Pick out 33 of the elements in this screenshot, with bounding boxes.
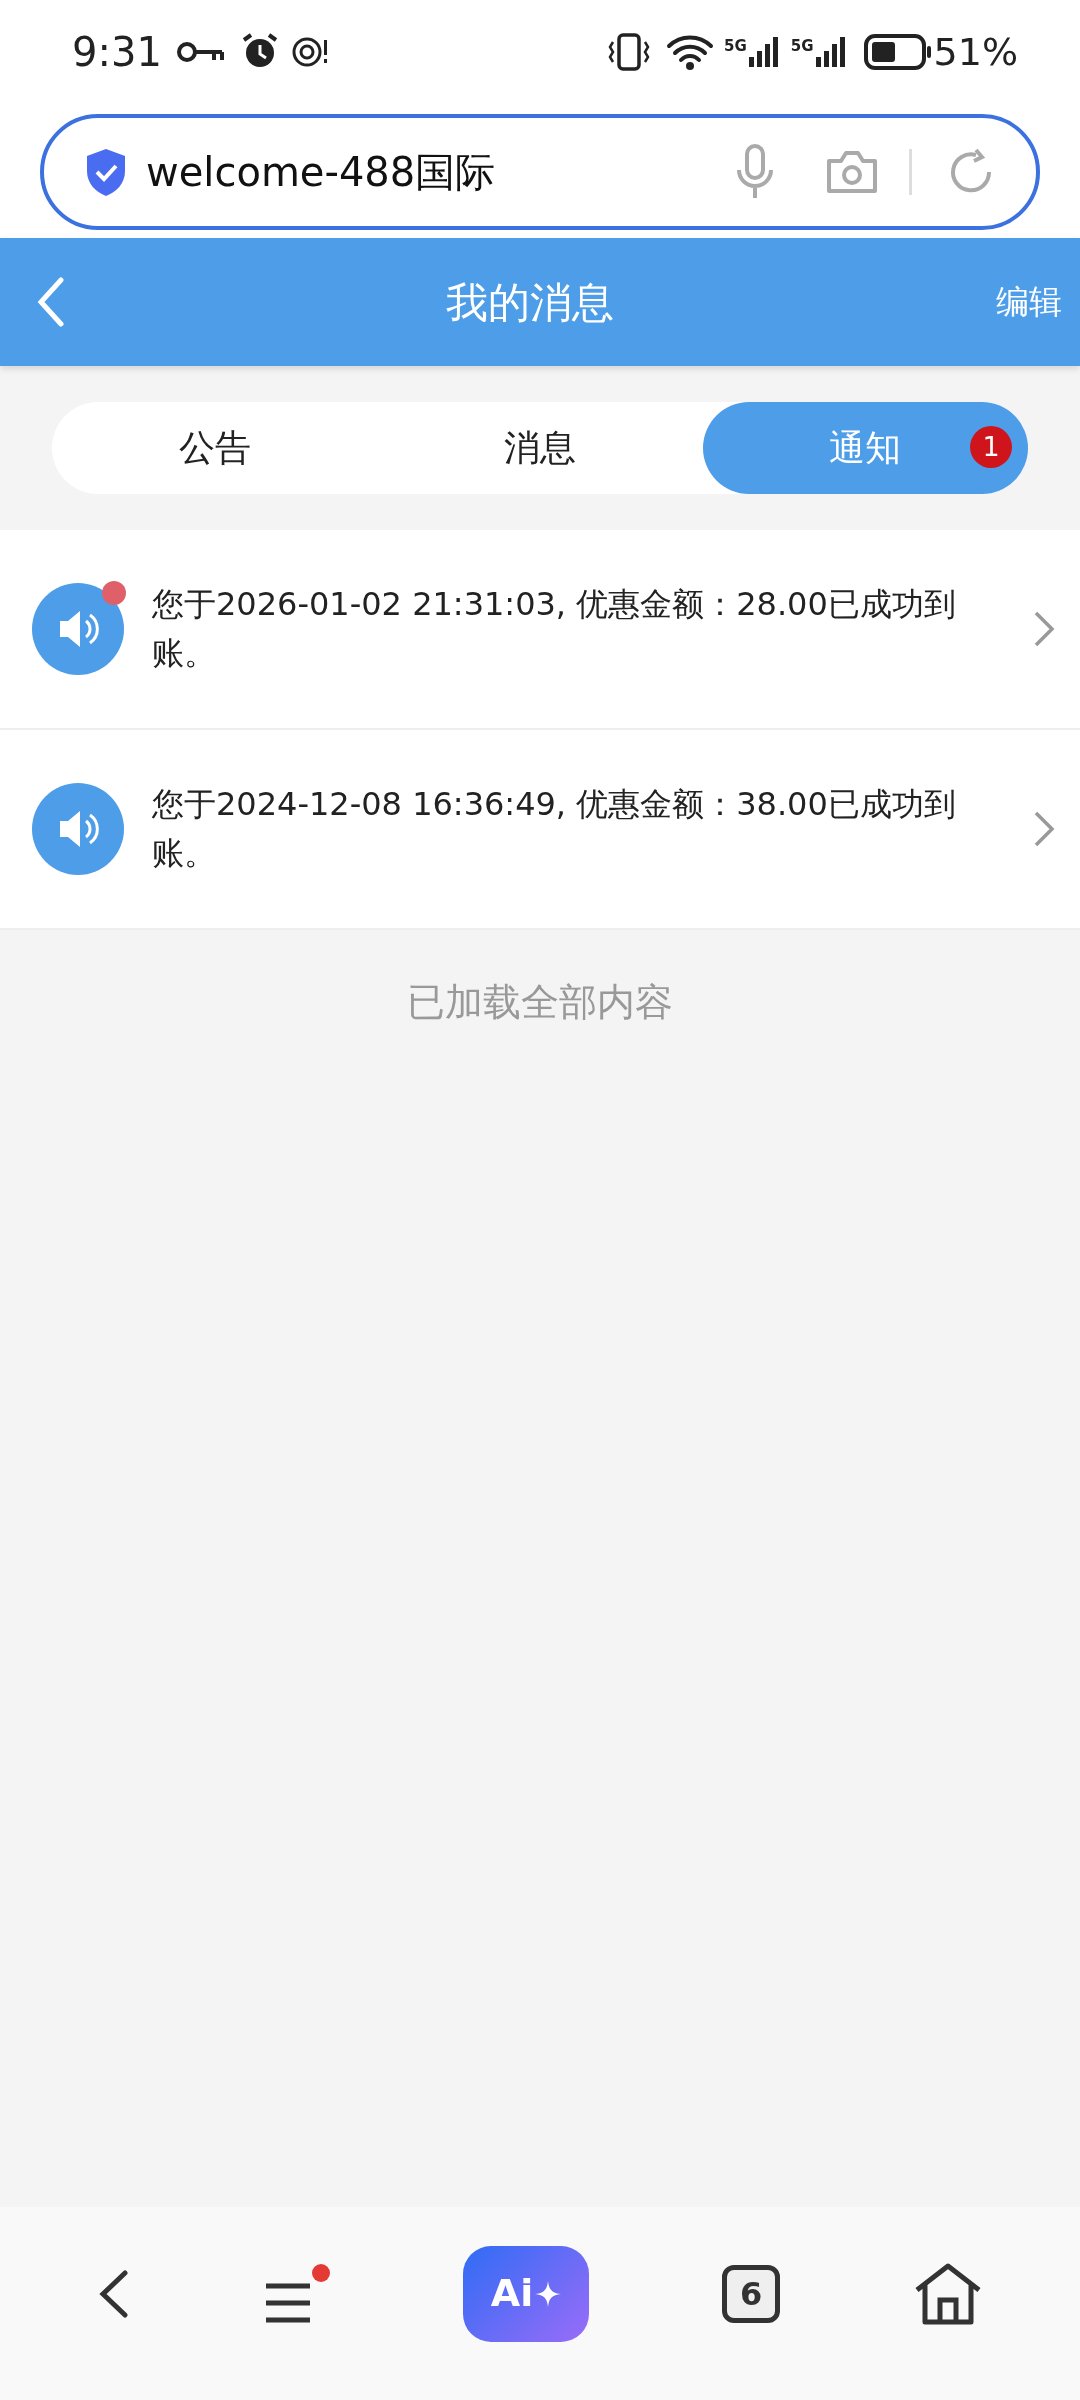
tab[interactable]: 通知 1 — [702, 402, 1028, 494]
battery-icon — [863, 33, 934, 71]
chevron-right-icon — [1032, 609, 1056, 649]
camera-icon[interactable] — [825, 149, 879, 195]
page-title: 我的消息 — [445, 276, 615, 329]
network-label: 5G — [724, 36, 747, 57]
wifi-icon — [666, 32, 715, 72]
back-icon — [36, 277, 66, 327]
vibrate-icon — [608, 32, 651, 72]
menu-icon — [263, 2281, 312, 2324]
signal-icon — [746, 35, 781, 69]
speaker-icon — [32, 583, 124, 675]
microphone-icon[interactable] — [735, 144, 775, 200]
count-badge: 1 — [970, 426, 1012, 468]
end-of-list-text: 已加载全部内容 — [406, 979, 674, 1026]
address-bar[interactable]: welcome-488国际 — [40, 114, 1040, 230]
message-item[interactable]: 您于2024-12-08 16:36:49, 优惠金额：38.00已成功到账。 — [0, 730, 1080, 930]
speaker-icon — [32, 783, 124, 875]
battery-percent: 51% — [933, 28, 1018, 76]
menu-button[interactable] — [263, 2263, 330, 2324]
clock-time: 9:31 — [72, 28, 162, 77]
tab[interactable]: 消息 — [377, 402, 703, 494]
url-text: welcome-488国际 — [146, 148, 496, 197]
message-text: 您于2026-01-02 21:31:03, 优惠金额：28.00已成功到账。 — [152, 584, 957, 674]
signal-icon — [813, 35, 848, 69]
message-item[interactable]: 您于2026-01-02 21:31:03, 优惠金额：28.00已成功到账。 — [0, 530, 1080, 730]
shield-icon — [84, 147, 128, 197]
ai-button[interactable]: Ai — [462, 2245, 589, 2342]
tabs-button[interactable]: 6 — [722, 2264, 781, 2323]
message-text: 您于2024-12-08 16:36:49, 优惠金额：38.00已成功到账。 — [152, 784, 957, 874]
network-label: 5G — [790, 36, 814, 57]
tab[interactable]: 公告 — [52, 402, 378, 494]
chevron-right-icon — [1032, 809, 1056, 849]
